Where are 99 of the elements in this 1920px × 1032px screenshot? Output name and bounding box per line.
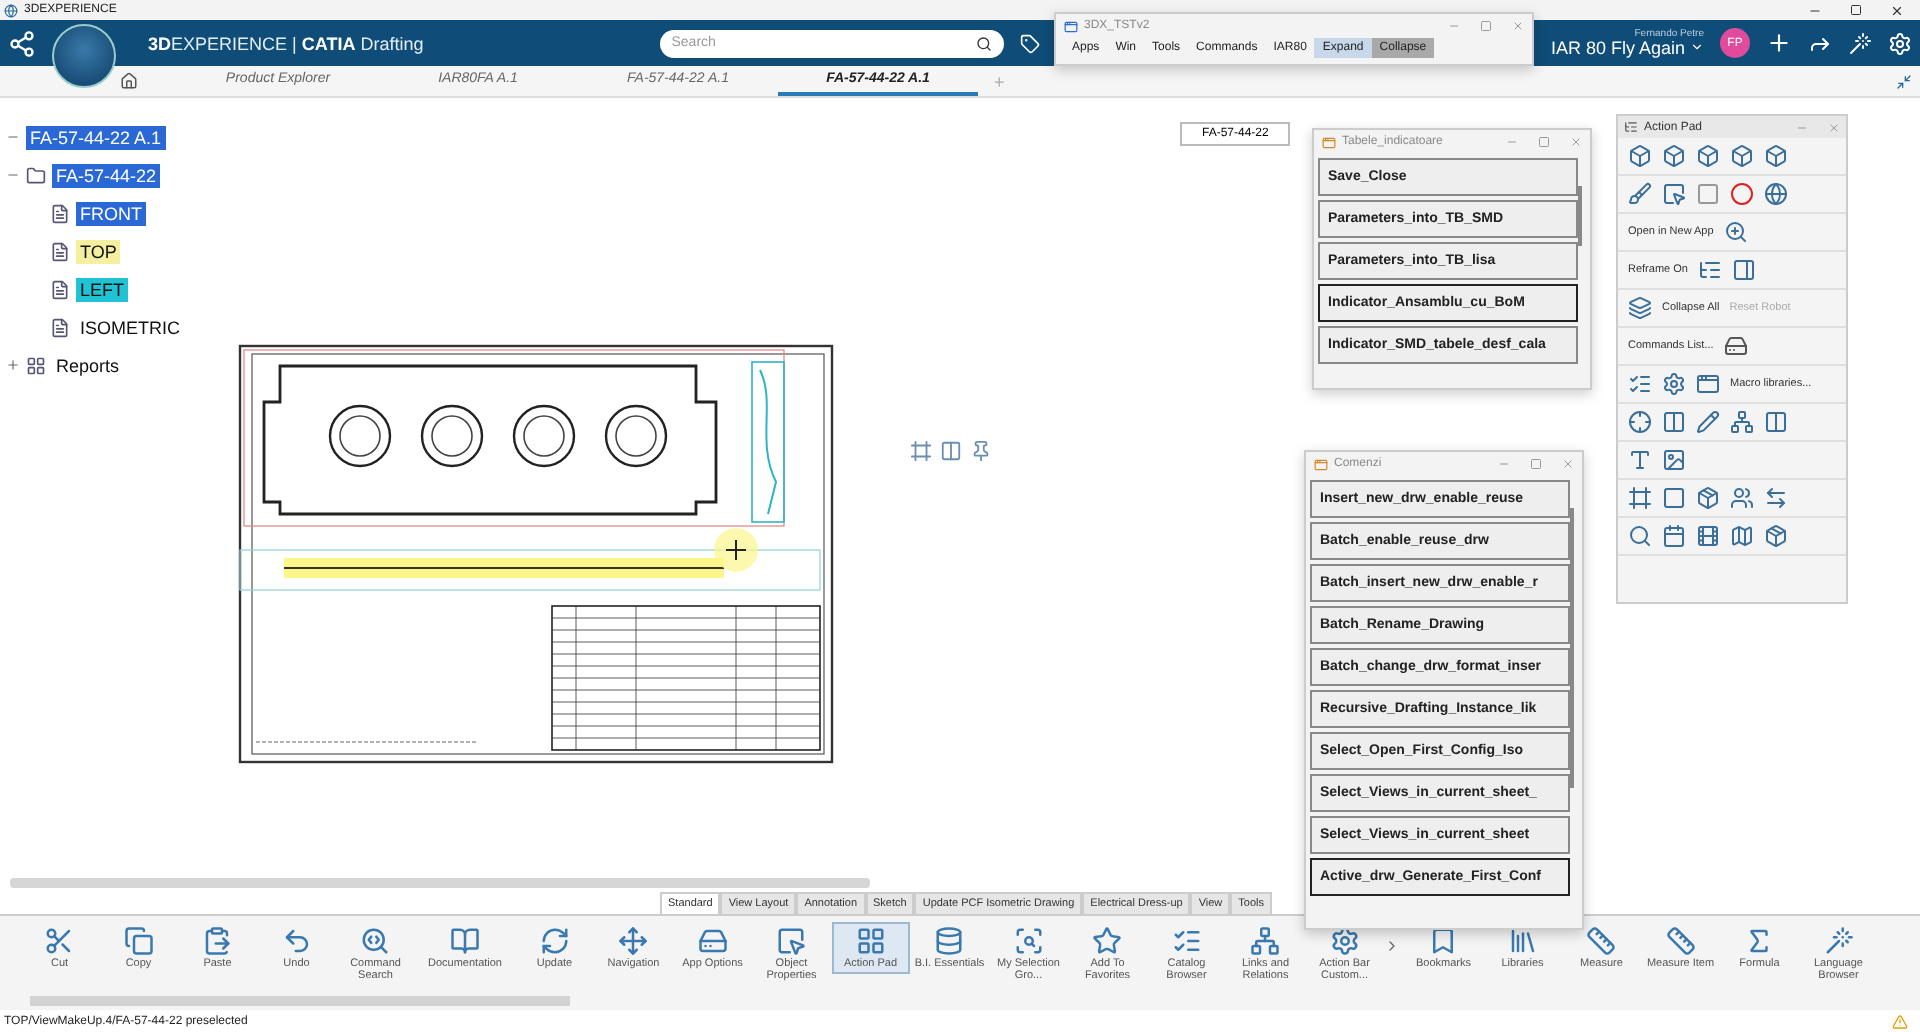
caret-icon [1690, 39, 1704, 53]
home-icon[interactable] [120, 72, 138, 90]
tree-item[interactable]: LEFT [76, 277, 129, 301]
cube-icon[interactable] [1730, 144, 1754, 168]
maximize-icon[interactable] [1538, 136, 1550, 148]
move-icon [618, 926, 649, 956]
scissors-icon [44, 926, 75, 956]
pointer-icon[interactable] [1662, 182, 1686, 206]
view-icon [50, 317, 70, 337]
crosshair-icon[interactable] [1628, 410, 1652, 434]
app-icon [1314, 457, 1328, 471]
magnifier-icon[interactable] [1628, 524, 1652, 548]
compass-icon[interactable] [52, 23, 116, 87]
tree-item[interactable]: Reports [52, 353, 124, 377]
record-icon[interactable] [1730, 182, 1754, 206]
view-icon [50, 241, 70, 261]
refresh-icon [539, 926, 570, 956]
wand-icon [1823, 926, 1854, 956]
list-icon[interactable] [1628, 372, 1652, 396]
tree-item[interactable]: FRONT [76, 201, 146, 225]
collapse-icon[interactable] [1896, 73, 1912, 89]
restore-icon[interactable] [1850, 3, 1862, 15]
columns-icon[interactable] [940, 440, 962, 462]
brand-title: 3DEXPERIENCE | CATIA Drafting [148, 33, 424, 53]
book-icon [450, 926, 480, 956]
arrows-icon[interactable] [1764, 486, 1788, 510]
map-icon[interactable] [1730, 524, 1754, 548]
settings-icon [1329, 926, 1360, 956]
tree-icon[interactable] [1697, 258, 1722, 282]
tree-item[interactable]: ISOMETRIC [76, 315, 185, 339]
brush-icon[interactable] [1628, 182, 1652, 206]
network-icon[interactable] [1730, 410, 1754, 434]
image-icon[interactable] [1662, 448, 1686, 472]
pointer-icon [776, 926, 807, 956]
table-icon [26, 355, 46, 375]
undo-icon [281, 926, 312, 956]
close-icon[interactable] [1890, 3, 1904, 17]
add-icon[interactable] [1766, 30, 1792, 56]
paste-icon [202, 926, 233, 956]
cube-icon[interactable] [1696, 144, 1720, 168]
film-icon[interactable] [1696, 524, 1720, 548]
gear-icon[interactable] [1662, 372, 1686, 396]
zoom-icon[interactable] [1723, 220, 1748, 244]
maximize-icon[interactable] [1530, 458, 1542, 470]
bookmark-icon [1428, 926, 1459, 956]
cube-icon[interactable] [1764, 144, 1788, 168]
frame-icon[interactable] [1628, 486, 1652, 510]
list-icon [1171, 926, 1202, 956]
square-icon[interactable] [1662, 486, 1686, 510]
library-icon [1507, 926, 1538, 956]
folder-icon [26, 165, 46, 185]
calendar-icon[interactable] [1662, 524, 1686, 548]
grid-icon [855, 926, 886, 956]
globe-icon[interactable] [1764, 182, 1788, 206]
layers-icon[interactable] [1628, 296, 1652, 320]
scrollbar[interactable] [30, 996, 570, 1006]
package-icon[interactable] [1764, 524, 1788, 548]
drive-icon [697, 926, 728, 956]
maximize-icon[interactable] [1480, 20, 1492, 32]
scrollbar[interactable] [1578, 186, 1582, 246]
view-frame-icon[interactable] [910, 440, 932, 462]
stop-icon[interactable] [1696, 182, 1720, 206]
drive-icon[interactable] [1723, 334, 1748, 358]
pin-icon[interactable] [970, 440, 992, 462]
tree-item[interactable]: TOP [76, 239, 121, 263]
package-icon[interactable] [1696, 486, 1720, 510]
cube-icon[interactable] [1662, 144, 1686, 168]
cube-icon[interactable] [1628, 144, 1652, 168]
network-icon [1250, 926, 1281, 956]
copy-icon [123, 926, 154, 956]
space-dropdown[interactable]: IAR 80 Fly Again [1550, 39, 1704, 57]
database-icon [934, 926, 965, 956]
window-icon[interactable] [1696, 372, 1720, 396]
ruler-icon [1586, 926, 1617, 956]
tag-icon[interactable] [1019, 33, 1040, 53]
view-icon [50, 203, 70, 223]
panel-icon[interactable] [1731, 258, 1756, 282]
pencil-icon[interactable] [1696, 410, 1720, 434]
ruler-icon [1665, 926, 1696, 956]
app-icon [1064, 19, 1078, 33]
wand-icon[interactable] [1848, 31, 1872, 55]
tree-item[interactable]: FA-57-44-22 [52, 163, 161, 187]
view-icon [50, 279, 70, 299]
tree-item[interactable]: FA-57-44-22 A.1 [26, 125, 166, 149]
app-logo-icon [4, 3, 18, 17]
text-icon[interactable] [1628, 448, 1652, 472]
search-icon[interactable] [975, 35, 992, 51]
more-icon[interactable] [1384, 938, 1400, 954]
panel-icon [1624, 120, 1638, 134]
star-icon [1092, 926, 1123, 956]
columns-icon[interactable] [1662, 410, 1686, 434]
search-icon [360, 926, 391, 956]
scan-icon [1013, 926, 1044, 956]
app-icon [1322, 135, 1336, 149]
scrollbar[interactable] [10, 878, 870, 888]
scrollbar[interactable] [1570, 508, 1574, 788]
users-icon[interactable] [1730, 486, 1754, 510]
expander-icon[interactable] [6, 358, 20, 372]
columns-icon[interactable] [1764, 410, 1788, 434]
